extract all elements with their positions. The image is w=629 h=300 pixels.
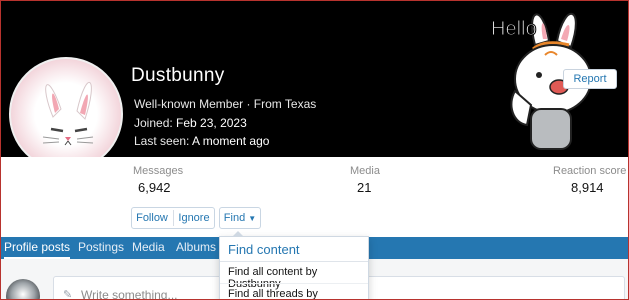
report-button[interactable]: Report: [563, 69, 617, 89]
dropdown-divider-2: [220, 283, 368, 284]
stat-media-value[interactable]: 21: [357, 180, 371, 195]
profile-username[interactable]: Dustbunny: [131, 65, 225, 87]
profile-role-line: Well-known Member · From Texas: [134, 97, 317, 111]
profile-joined: Joined: Feb 23, 2023: [134, 116, 247, 130]
last-seen-label: Last seen:: [134, 134, 190, 148]
find-all-content-link[interactable]: Find all content by Dustbunny: [228, 266, 368, 290]
pen-icon: ✎: [63, 289, 73, 300]
find-label: Find: [223, 212, 246, 224]
profile-stats: Messages 6,942 Media 21 Reaction score 8…: [1, 157, 628, 199]
dropdown-caret: [232, 231, 244, 237]
follow-button[interactable]: Follow: [131, 208, 173, 230]
stat-messages-label: Messages: [133, 165, 184, 177]
joined-value: Feb 23, 2023: [176, 116, 247, 130]
stat-media-label: Media: [350, 165, 380, 177]
bunny-face-icon: [42, 81, 94, 146]
dropdown-divider: [220, 261, 368, 262]
ignore-button[interactable]: Ignore: [174, 208, 214, 230]
profile-avatar[interactable]: [9, 57, 123, 171]
tab-postings[interactable]: Postings: [78, 237, 124, 259]
last-seen-value: A moment ago: [192, 134, 270, 148]
tab-media[interactable]: Media: [132, 237, 165, 259]
sticker-text: Hello: [491, 18, 537, 40]
tab-albums[interactable]: Albums: [176, 237, 216, 259]
joined-label: Joined:: [134, 116, 173, 130]
post-placeholder: Write something...: [81, 288, 178, 300]
find-button[interactable]: Find ▼: [219, 207, 261, 229]
stat-reaction-value[interactable]: 8,914: [571, 180, 604, 195]
caret-down-icon: ▼: [248, 214, 257, 223]
stat-reaction-label: Reaction score: [553, 165, 627, 177]
profile-page: Hello Dustbunny Well-known Member · From…: [0, 0, 629, 300]
stat-messages-value[interactable]: 6,942: [138, 180, 171, 195]
find-menu-title: Find content: [228, 242, 300, 257]
find-all-threads-link[interactable]: Find all threads by Dustbunny: [228, 288, 368, 299]
tab-profile-posts[interactable]: Profile posts: [4, 237, 71, 259]
find-dropdown-menu: Find content Find all content by Dustbun…: [219, 231, 369, 299]
profile-last-seen: Last seen: A moment ago: [134, 134, 269, 148]
